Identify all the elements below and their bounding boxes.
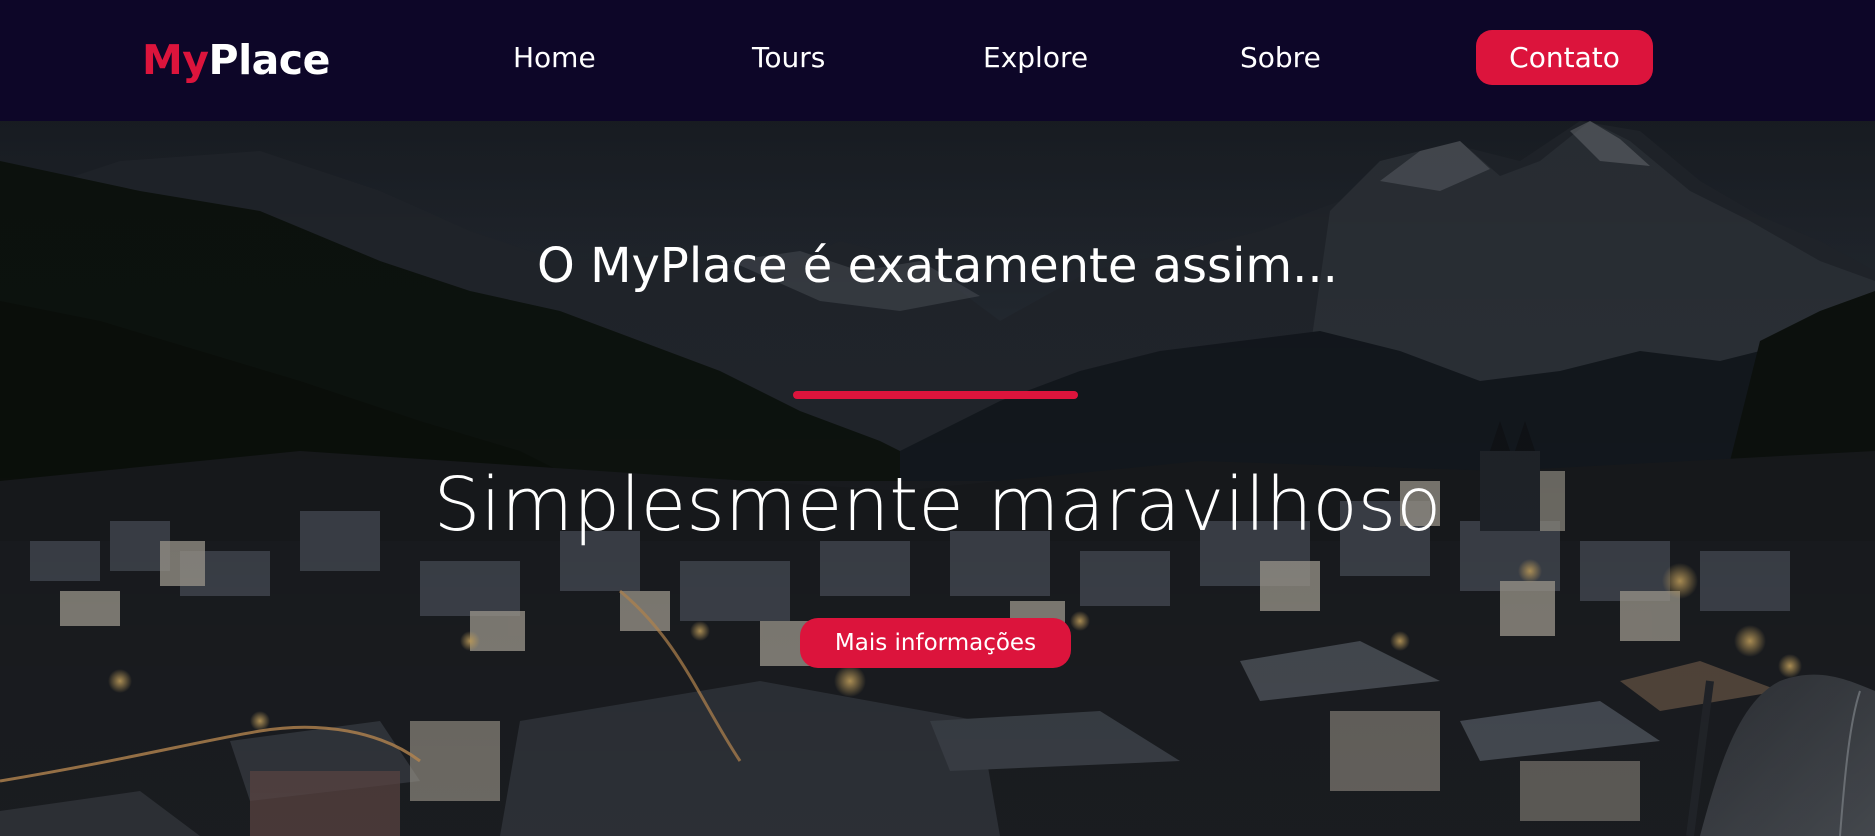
hero-title: Simplesmente maravilhoso: [433, 462, 1442, 548]
brand-logo[interactable]: MyPlace: [142, 34, 330, 86]
hero-subtitle: O MyPlace é exatamente assim...: [537, 238, 1338, 294]
hero-divider: [793, 391, 1078, 399]
hero-section: O MyPlace é exatamente assim... Simplesm…: [0, 121, 1875, 836]
logo-part-place: Place: [208, 36, 331, 84]
logo-part-my: My: [142, 36, 209, 84]
navbar: MyPlace Home Tours Explore Sobre Contato: [0, 0, 1875, 121]
more-info-button[interactable]: Mais informações: [800, 618, 1071, 668]
nav-link-explore[interactable]: Explore: [983, 38, 1088, 78]
contact-button[interactable]: Contato: [1476, 30, 1653, 85]
nav-link-sobre[interactable]: Sobre: [1240, 38, 1321, 78]
nav-link-home[interactable]: Home: [513, 38, 596, 78]
nav-link-tours[interactable]: Tours: [752, 38, 825, 78]
